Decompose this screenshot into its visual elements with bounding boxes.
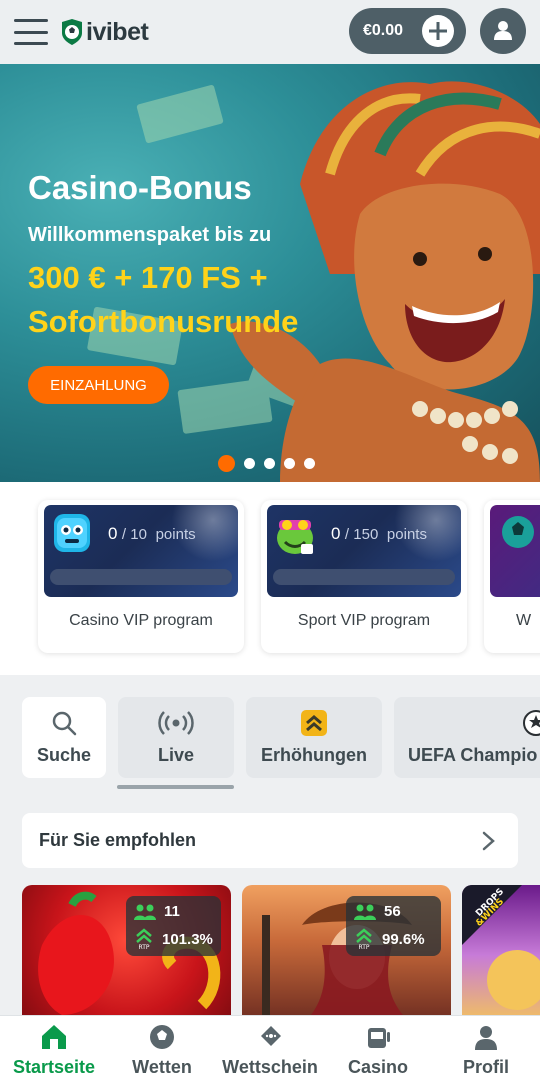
vip-points-max: 150 xyxy=(353,526,379,543)
vip-programs: 0 / 10 points Casino VIP program 0 / 150… xyxy=(0,482,540,675)
vip-points-unit: points xyxy=(386,526,427,543)
promo-banner[interactable]: Casino-Bonus Willkommenspaket bis zu 300… xyxy=(0,64,540,482)
svg-text:RTP: RTP xyxy=(138,944,149,950)
tile-label: Suche xyxy=(36,745,92,765)
bottom-navigation: Startseite Wetten Wettschein Casino Prof… xyxy=(0,1015,540,1083)
nav-label: Profil xyxy=(462,1057,509,1077)
balance-amount: €0.00 xyxy=(363,22,404,39)
vip-points-current: 0 xyxy=(108,524,118,543)
game-stats: 56 RTP 99.6% xyxy=(346,896,441,956)
game-card[interactable]: 11 RTP 101.3% xyxy=(22,885,231,1015)
ticket-icon xyxy=(261,1026,281,1046)
balance-button[interactable]: €0.00 xyxy=(349,8,466,54)
carousel-dot-3[interactable] xyxy=(264,458,275,469)
recommended-games: 11 RTP 101.3% 56 RTP 99.6% DROPS &WINS xyxy=(0,885,540,1015)
live-broadcast-icon xyxy=(158,711,194,735)
rtp-value: 99.6% xyxy=(382,931,425,948)
players-icon xyxy=(134,904,156,920)
carousel-dot-4[interactable] xyxy=(284,458,295,469)
players-count: 56 xyxy=(384,903,401,920)
logo-text: ivibet xyxy=(86,17,149,46)
tile-live[interactable]: Live xyxy=(118,697,234,778)
players-count: 11 xyxy=(164,903,180,920)
vip-card-label: Casino VIP program xyxy=(69,612,213,629)
nav-betslip[interactable]: Wettschein xyxy=(216,1016,324,1083)
game-card[interactable]: 56 RTP 99.6% xyxy=(242,885,451,1015)
active-tile-indicator xyxy=(117,785,234,789)
nav-casino[interactable]: Casino xyxy=(324,1016,432,1083)
nav-home[interactable]: Startseite xyxy=(0,1016,108,1083)
tile-uefa[interactable]: UEFA Champio xyxy=(394,697,540,778)
user-icon xyxy=(494,21,512,40)
vip-points-unit: points xyxy=(155,526,196,543)
nav-label: Wetten xyxy=(132,1057,192,1077)
search-icon xyxy=(52,711,77,736)
deposit-button[interactable]: EINZAHLUNG xyxy=(28,366,169,404)
tile-search[interactable]: Suche xyxy=(22,697,106,778)
svg-text:RTP: RTP xyxy=(358,944,369,950)
carousel-dot-5[interactable] xyxy=(304,458,315,469)
tile-label: UEFA Champio xyxy=(408,745,538,765)
drops-wins-badge: DROPS &WINS xyxy=(462,885,540,1010)
banner-title: Casino-Bonus xyxy=(28,169,252,206)
vip-card-banner xyxy=(490,505,540,597)
tile-label: Live xyxy=(157,745,195,765)
top-bar: ivibet €0.00 xyxy=(0,0,540,64)
rtp-icon: RTP xyxy=(356,928,372,950)
players-icon xyxy=(354,904,376,920)
vip-card-casino[interactable]: 0 / 10 points Casino VIP program xyxy=(38,500,244,653)
menu-icon[interactable] xyxy=(14,19,48,45)
robot-mascot-icon xyxy=(54,514,90,552)
carousel-dot-2[interactable] xyxy=(244,458,255,469)
vip-card-partial[interactable]: W xyxy=(484,500,540,653)
recommended-title: Für Sie empfohlen xyxy=(39,830,197,850)
logo-shield-icon xyxy=(62,19,82,45)
recommended-header[interactable]: Für Sie empfohlen xyxy=(22,813,518,868)
frog-mascot-icon xyxy=(277,520,313,554)
carousel-dot-1[interactable] xyxy=(218,455,235,472)
boost-chevrons-icon xyxy=(301,710,327,736)
quick-category-tiles: Suche Live Erhöhungen UEFA Champio xyxy=(0,675,540,795)
deposit-plus-icon[interactable] xyxy=(422,15,454,47)
vip-points-max: 10 xyxy=(130,526,147,543)
slot-machine-icon xyxy=(368,1028,390,1048)
vip-progress-bar xyxy=(273,569,455,585)
vip-points: 0 / 10 points xyxy=(108,524,196,543)
soccer-ball-icon xyxy=(150,1025,174,1049)
nav-bets[interactable]: Wetten xyxy=(108,1016,216,1083)
vip-points: 0 / 150 points xyxy=(331,524,427,543)
tile-boosts[interactable]: Erhöhungen xyxy=(246,697,382,778)
rtp-value: 101.3% xyxy=(162,931,213,948)
chevron-right-icon[interactable] xyxy=(478,830,498,852)
nav-label: Casino xyxy=(347,1057,408,1077)
game-card[interactable]: DROPS &WINS xyxy=(462,885,540,1015)
rtp-icon: RTP xyxy=(136,928,152,950)
vip-card-sport[interactable]: 0 / 150 points Sport VIP program xyxy=(261,500,467,653)
nav-profile[interactable]: Profil xyxy=(432,1016,540,1083)
vip-card-banner: 0 / 10 points xyxy=(44,505,238,597)
vip-card-banner: 0 / 150 points xyxy=(267,505,461,597)
game-stats: 11 RTP 101.3% xyxy=(126,896,221,956)
logo[interactable]: ivibet xyxy=(60,17,149,47)
nav-label: Wettschein xyxy=(222,1057,318,1077)
banner-bonus-amount: 300 € + 170 FS + Sofortbonusrunde xyxy=(28,260,299,339)
home-icon xyxy=(42,1025,66,1049)
vip-card-label: W xyxy=(516,612,532,629)
nav-label: Startseite xyxy=(12,1057,96,1077)
profile-icon xyxy=(475,1026,497,1050)
vip-card-label: Sport VIP program xyxy=(297,612,431,629)
vip-points-current: 0 xyxy=(331,524,341,543)
football-icon xyxy=(502,516,534,548)
tile-label: Erhöhungen xyxy=(261,745,367,765)
uefa-starball-icon xyxy=(523,710,540,736)
profile-button[interactable] xyxy=(480,8,526,54)
carousel-dots xyxy=(218,455,315,472)
vip-progress-bar xyxy=(50,569,232,585)
banner-subtitle: Willkommenspaket bis zu xyxy=(28,224,272,246)
